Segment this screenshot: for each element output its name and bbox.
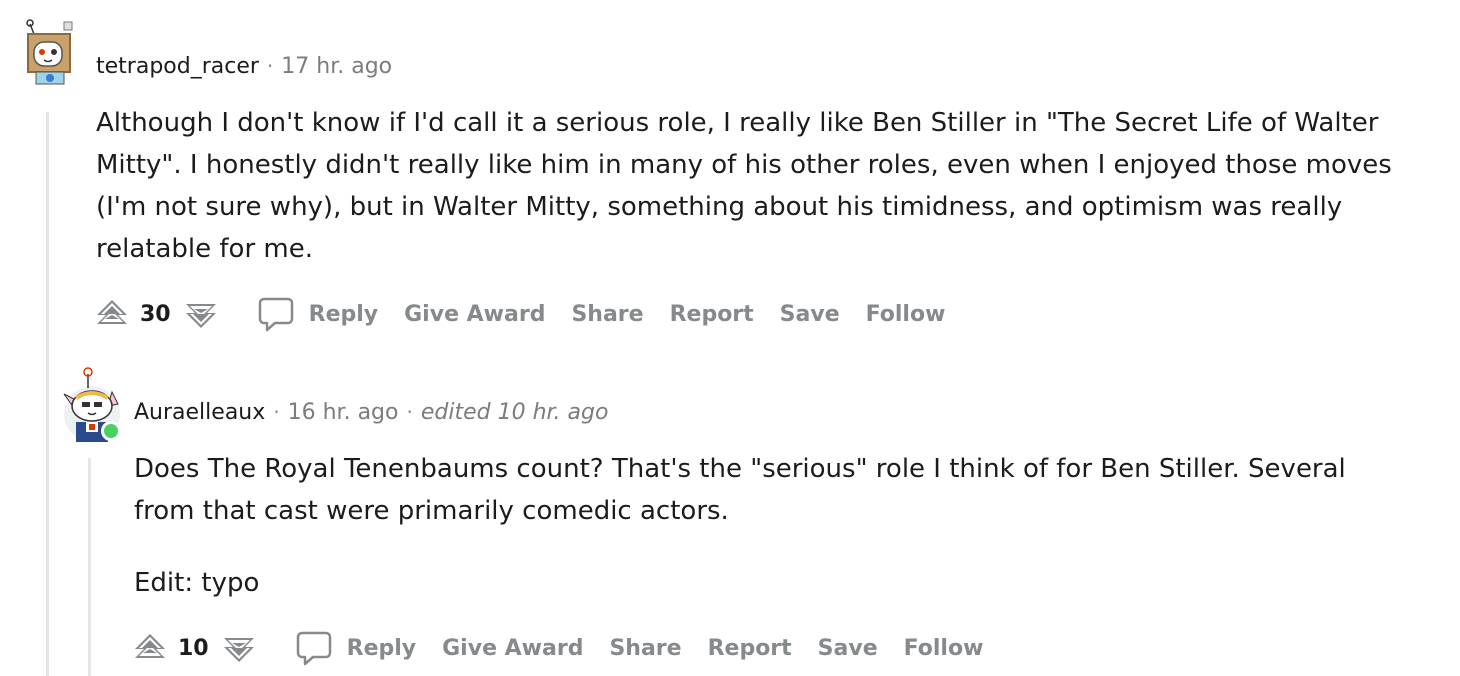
thread-line[interactable] <box>88 458 91 676</box>
give-award-button[interactable]: Give Award <box>442 636 583 661</box>
online-status-badge <box>101 421 121 441</box>
avatar[interactable] <box>20 19 78 92</box>
comment-meta: Auraelleaux · 16 hr. ago · edited 10 hr.… <box>134 400 608 425</box>
timestamp[interactable]: 17 hr. ago <box>281 54 392 79</box>
comment-bubble-icon <box>258 297 293 332</box>
downvote-button[interactable] <box>223 632 255 664</box>
thread-line[interactable] <box>46 112 49 676</box>
share-button[interactable]: Share <box>609 636 681 661</box>
reply-button[interactable]: Reply <box>295 629 417 667</box>
follow-button[interactable]: Follow <box>866 302 946 327</box>
upvote-icon <box>97 300 127 324</box>
username[interactable]: tetrapod_racer <box>96 54 259 79</box>
comment-actions: 30 Reply Give Award Share Report Save Fo… <box>96 294 971 334</box>
downvote-icon <box>185 304 216 328</box>
downvote-icon <box>223 638 254 662</box>
save-button[interactable]: Save <box>780 302 840 327</box>
reddit-box-robot-avatar-icon <box>23 19 77 92</box>
username[interactable]: Auraelleaux <box>134 400 265 425</box>
upvote-icon <box>135 634 165 658</box>
downvote-button[interactable] <box>185 298 217 330</box>
reply-button[interactable]: Reply <box>257 295 379 333</box>
give-award-button[interactable]: Give Award <box>404 302 545 327</box>
comment-paragraph: Does The Royal Tenenbaums count? That's … <box>134 454 1346 526</box>
share-button[interactable]: Share <box>571 302 643 327</box>
comment-meta: tetrapod_racer · 17 hr. ago <box>96 54 392 79</box>
follow-button[interactable]: Follow <box>904 636 984 661</box>
comment-body: Does The Royal Tenenbaums count? That's … <box>134 448 1394 604</box>
upvote-button[interactable] <box>96 298 128 330</box>
save-button[interactable]: Save <box>818 636 878 661</box>
comment-bubble-icon <box>296 631 331 666</box>
separator-dot: · <box>406 400 413 424</box>
comment-actions: 10 Reply Give Award Share Report Save Fo… <box>134 628 1009 668</box>
reply-label: Reply <box>346 635 417 661</box>
timestamp[interactable]: 16 hr. ago <box>288 400 399 425</box>
separator-dot: · <box>273 400 280 424</box>
upvote-button[interactable] <box>134 632 166 664</box>
reply-label: Reply <box>308 301 379 327</box>
report-button[interactable]: Report <box>708 636 792 661</box>
comment-paragraph: Although I don't know if I'd call it a s… <box>96 108 1392 264</box>
report-button[interactable]: Report <box>670 302 754 327</box>
comment-body: Although I don't know if I'd call it a s… <box>96 102 1416 270</box>
comment-paragraph: Edit: typo <box>134 568 260 598</box>
vote-count: 30 <box>140 301 171 327</box>
vote-count: 10 <box>178 635 209 661</box>
separator-dot: · <box>266 54 274 78</box>
edited-timestamp: edited 10 hr. ago <box>420 400 609 425</box>
